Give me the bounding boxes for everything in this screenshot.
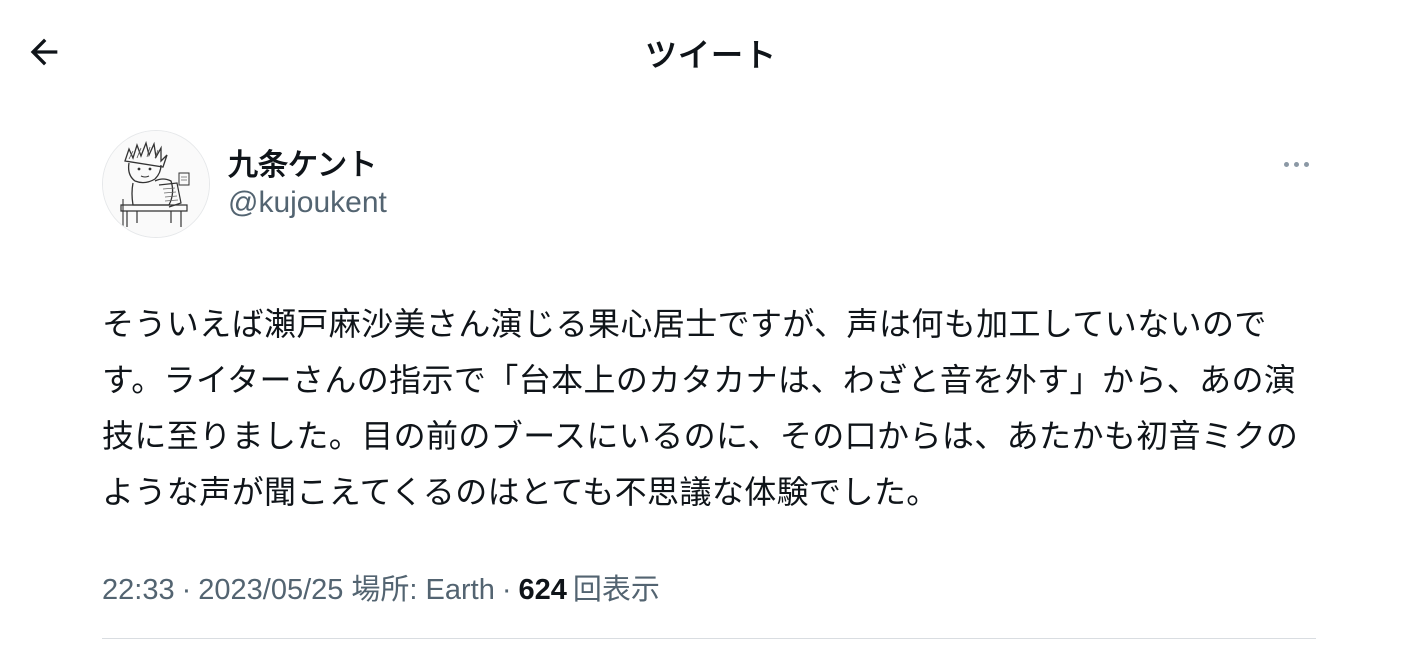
more-dots-icon [1293,161,1299,167]
tweet-meta: 22:33 · 2023/05/25 場所: Earth · 624 回表示 [102,566,660,608]
display-name[interactable]: 九条ケント [228,140,377,184]
divider [102,638,1316,639]
meta-separator: · [501,574,512,606]
more-dots-icon [1283,161,1289,167]
more-dots-icon [1303,161,1309,167]
views-label: 回表示 [572,574,660,606]
tweet-time[interactable]: 22:33 [102,574,175,607]
top-bar: ツイート [0,0,1422,100]
user-handle[interactable]: @kujoukent [228,186,387,220]
tweet-location: 場所: Earth [351,574,495,606]
views-count[interactable]: 624 [519,574,567,607]
more-options-button[interactable] [1270,146,1322,182]
sketch-avatar-image [103,131,209,237]
meta-separator: · [181,574,192,606]
page-title: ツイート [644,36,777,74]
tweet-date[interactable]: 2023/05/25 [198,574,343,607]
tweet-text: そういえば瀬戸麻沙美さん演じる果心居士ですが、声は何も加工していないのです。ライ… [102,305,1299,511]
avatar[interactable] [102,130,210,238]
